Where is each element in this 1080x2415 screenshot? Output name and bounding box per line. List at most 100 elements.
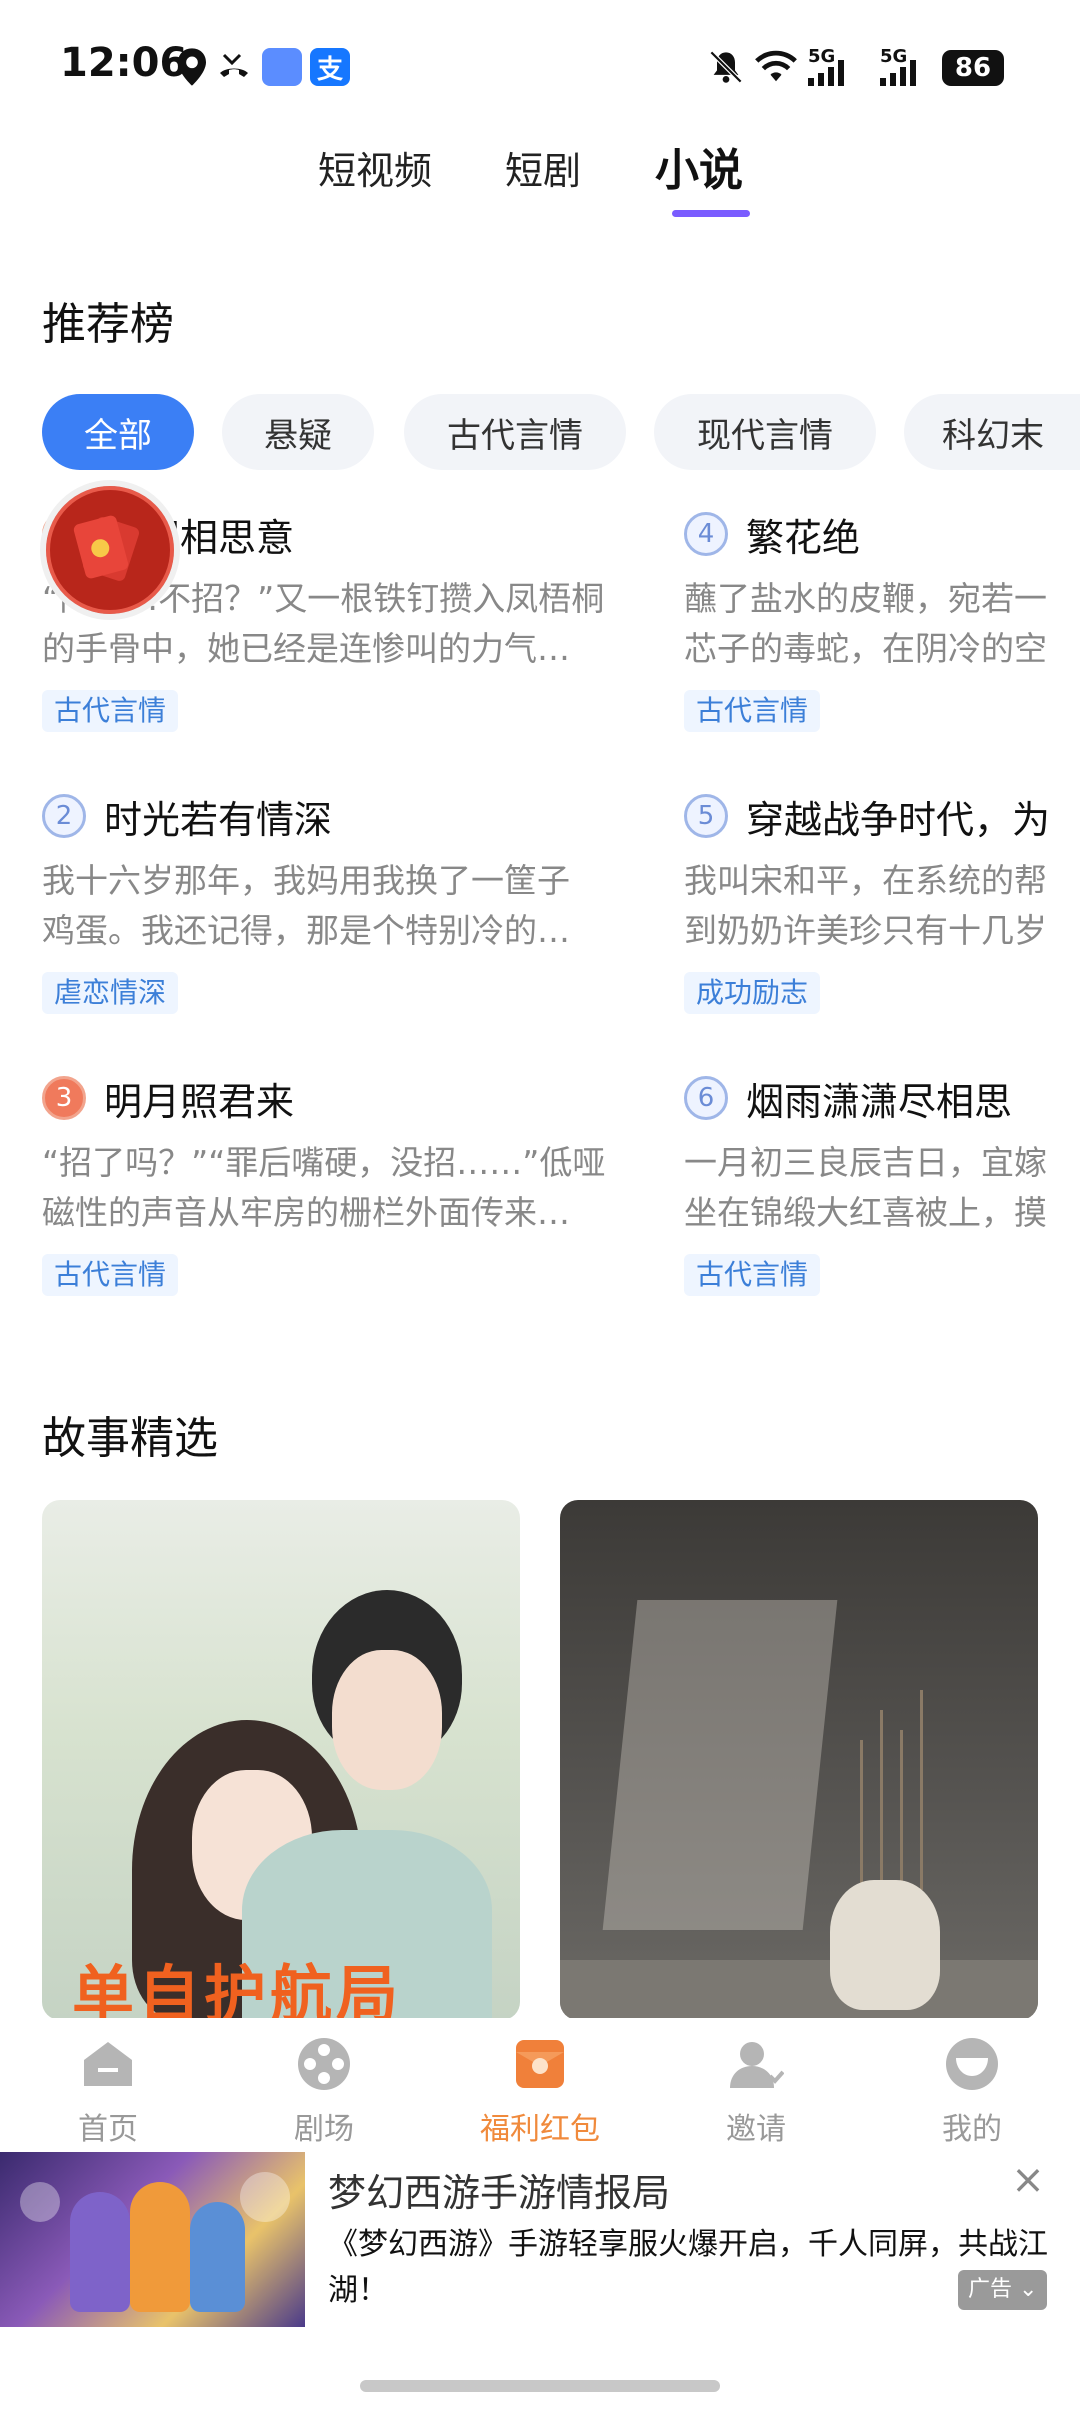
nav-label: 剧场: [294, 2112, 354, 2147]
excerpt-line: 坐在锦缎大红喜被上，摸: [684, 1193, 1047, 1232]
genre-tag: 古代言情: [684, 1254, 821, 1296]
ad-image: [0, 2152, 305, 2327]
nav-profile[interactable]: 我的: [902, 2026, 1042, 2147]
alipay-icon: 支: [310, 48, 350, 86]
rank-item-4[interactable]: 4 繁花绝 蘸了盐水的皮鞭，宛若一 芯子的毒蛇，在阴冷的空 古代言情: [684, 508, 1080, 748]
genre-tag: 成功励志: [684, 972, 821, 1014]
book-excerpt: 蘸了盐水的皮鞭，宛若一 芯子的毒蛇，在阴冷的空: [684, 574, 1080, 674]
ad-description: 《梦幻西游》手游轻享服火爆开启，千人同屏，共战江湖！: [328, 2227, 1048, 2308]
story-card-1[interactable]: 单自护航局: [42, 1500, 520, 2020]
rank-number: 3: [42, 1076, 86, 1120]
book-title: 明月照君来: [104, 1079, 295, 1124]
location-icon: [178, 48, 206, 86]
status-time: 12:06: [60, 40, 188, 86]
rank-item-6[interactable]: 6 烟雨潇潇尽相思 一月初三良辰吉日，宜嫁 坐在锦缎大红喜被上，摸 古代言情: [684, 1072, 1080, 1312]
book-title: 时光若有情深: [104, 797, 333, 842]
nav-invite[interactable]: 邀请: [686, 2026, 826, 2147]
ranking-title: 推荐榜: [42, 299, 174, 350]
book-excerpt: 我十六岁那年，我妈用我换了一筐子 鸡蛋。我还记得，那是个特别冷的…: [42, 856, 622, 956]
cover-illustration-part: [900, 1730, 903, 1890]
book-title: 繁花绝: [746, 515, 861, 560]
rank-number: 4: [684, 512, 728, 556]
excerpt-line: 到奶奶许美珍只有十几岁: [684, 911, 1047, 950]
chip-scifi[interactable]: 科幻末: [904, 394, 1080, 470]
signal-1-icon: [808, 60, 844, 86]
book-excerpt: 一月初三良辰吉日，宜嫁 坐在锦缎大红喜被上，摸: [684, 1138, 1080, 1238]
ad-badge[interactable]: 广告 ⌄: [958, 2270, 1048, 2310]
chip-suspense[interactable]: 悬疑: [222, 394, 374, 470]
nav-label: 首页: [78, 2112, 138, 2147]
close-icon[interactable]: ×: [1008, 2160, 1048, 2200]
ad-character: [130, 2182, 190, 2312]
home-indicator[interactable]: [360, 2380, 720, 2392]
story-card-2[interactable]: [560, 1500, 1038, 2020]
stories-title: 故事精选: [42, 1413, 218, 1464]
signal-2-icon: [880, 60, 916, 86]
rank-number: 6: [684, 1076, 728, 1120]
missed-call-icon: [220, 53, 248, 77]
top-tab-bar: 短视频 短剧 小说: [0, 130, 1080, 220]
book-title: 穿越战争时代，为: [746, 797, 1051, 842]
cover-illustration: [602, 1600, 838, 1930]
film-reel-icon: [298, 2038, 350, 2090]
rank-item-3[interactable]: 3 明月照君来 “招了吗？”“罪后嘴硬，没招……”低哑 磁性的声音从牢房的栅栏外…: [42, 1072, 662, 1312]
cover-illustration-part: [830, 1880, 940, 2010]
nav-home[interactable]: 首页: [38, 2026, 178, 2147]
tab-novel[interactable]: 小说: [655, 134, 743, 198]
rank-head: 2 时光若有情深: [42, 790, 332, 842]
rank-item-5[interactable]: 5 穿越战争时代，为 我叫宋和平，在系统的帮 到奶奶许美珍只有十几岁 成功励志: [684, 790, 1080, 1030]
excerpt-line: 芯子的毒蛇，在阴冷的空: [684, 629, 1047, 668]
floating-red-packet-button[interactable]: [40, 480, 180, 620]
cover-illustration-part: [332, 1650, 442, 1790]
ad-character: [70, 2192, 130, 2312]
ad-character: [190, 2202, 245, 2312]
nav-theater[interactable]: 剧场: [254, 2026, 394, 2147]
mute-bell-icon: [709, 50, 743, 84]
rank-number: 2: [42, 794, 86, 838]
rank-head: 5 穿越战争时代，为: [684, 790, 1050, 842]
ad-title: 梦幻西游手游情报局: [328, 2171, 671, 2215]
invite-user-icon: [730, 2042, 784, 2088]
red-envelope-icon: [72, 514, 145, 585]
cover-illustration-part: [920, 1690, 923, 1890]
tab-short-video[interactable]: 短视频: [318, 140, 432, 195]
rank-head: 3 明月照君来: [42, 1072, 294, 1124]
excerpt-line: 一月初三良辰吉日，宜嫁: [684, 1143, 1047, 1182]
profile-icon: [946, 2038, 998, 2090]
battery-indicator: 86: [942, 50, 1004, 86]
red-envelope-icon: [516, 2040, 564, 2088]
nav-label: 邀请: [726, 2112, 786, 2147]
tab-short-drama[interactable]: 短剧: [505, 140, 581, 195]
home-icon: [84, 2042, 132, 2086]
cover-illustration-part: [560, 1960, 1038, 2020]
status-bar: 12:06 支 5G 5G 86: [0, 0, 1080, 120]
message-app-icon: [262, 48, 302, 86]
excerpt-line: 鸡蛋。我还记得，那是个特别冷的…: [42, 911, 570, 950]
cover-illustration-part: [880, 1710, 883, 1890]
nav-red-packet[interactable]: 福利红包: [470, 2026, 610, 2147]
ad-badge-label: 广告: [968, 2277, 1013, 2302]
genre-tag: 古代言情: [684, 690, 821, 732]
chip-all[interactable]: 全部: [42, 394, 194, 470]
excerpt-line: 磁性的声音从牢房的栅栏外面传来…: [42, 1193, 570, 1232]
nav-label: 福利红包: [480, 2112, 600, 2147]
chip-ancient-romance[interactable]: 古代言情: [404, 394, 626, 470]
cover-banner-text: 单自护航局: [72, 1958, 403, 2020]
bottom-nav: 首页 剧场 福利红包 邀请 我的: [0, 2018, 1080, 2148]
genre-tag: 古代言情: [42, 1254, 179, 1296]
rank-number: 5: [684, 794, 728, 838]
rank-item-2[interactable]: 2 时光若有情深 我十六岁那年，我妈用我换了一筐子 鸡蛋。我还记得，那是个特别冷…: [42, 790, 662, 1030]
excerpt-line: 我叫宋和平，在系统的帮: [684, 861, 1047, 900]
book-excerpt: 我叫宋和平，在系统的帮 到奶奶许美珍只有十几岁: [684, 856, 1080, 956]
ad-banner[interactable]: 梦幻西游手游情报局 × 《梦幻西游》手游轻享服火爆开启，千人同屏，共战江湖！ 广…: [0, 2150, 1080, 2335]
wifi-icon: [755, 50, 797, 82]
book-title: 烟雨潇潇尽相思: [746, 1079, 1013, 1124]
active-tab-indicator: [672, 210, 750, 217]
genre-tag: 古代言情: [42, 690, 179, 732]
excerpt-line: 蘸了盐水的皮鞭，宛若一: [684, 579, 1047, 618]
category-chips: 全部 悬疑 古代言情 现代言情 科幻末: [42, 394, 1080, 472]
book-excerpt: “招了吗？”“罪后嘴硬，没招……”低哑 磁性的声音从牢房的栅栏外面传来…: [42, 1138, 622, 1238]
genre-tag: 虐恋情深: [42, 972, 179, 1014]
chip-modern-romance[interactable]: 现代言情: [654, 394, 876, 470]
rank-head: 4 繁花绝: [684, 508, 860, 560]
